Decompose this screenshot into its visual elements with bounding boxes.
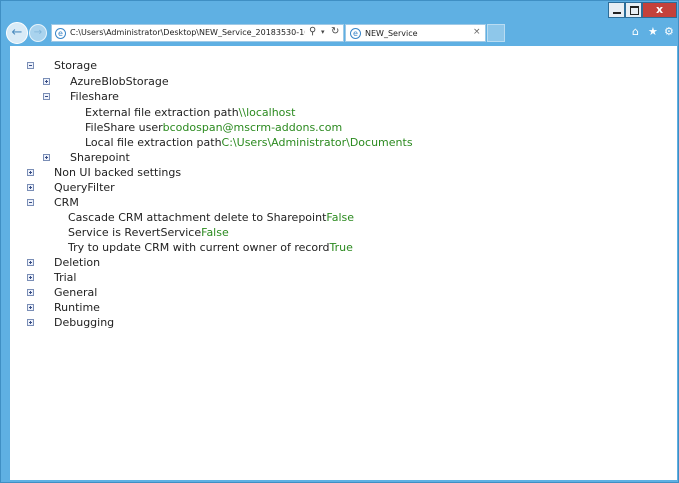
address-text[interactable]: C:\Users\Administrator\Desktop\NEW_Servi… xyxy=(70,28,305,37)
forward-arrow-icon[interactable]: → xyxy=(29,24,47,42)
expand-toggle-icon[interactable] xyxy=(43,78,50,85)
title-bar: x xyxy=(1,1,678,19)
setting-label: Local file extraction path xyxy=(85,136,222,149)
search-icon[interactable]: ⚲ xyxy=(309,26,316,37)
setting-value: True xyxy=(329,241,353,254)
setting-value: C:\Users\Administrator\Documents xyxy=(221,136,413,149)
expand-toggle-icon[interactable] xyxy=(27,274,34,281)
tree-node-sharepoint: Sharepoint xyxy=(70,151,130,164)
new-tab-button[interactable] xyxy=(487,24,505,42)
browser-window: x ← → e C:\Users\Administrator\Desktop\N… xyxy=(0,0,679,483)
setting-local-path: Local file extraction pathC:\Users\Admin… xyxy=(85,136,413,149)
setting-value: False xyxy=(201,226,229,239)
expand-toggle-icon[interactable] xyxy=(27,259,34,266)
tree-node-queryfilter: QueryFilter xyxy=(54,181,115,194)
chevron-down-icon[interactable]: ▾ xyxy=(321,28,325,36)
tree-node-debugging: Debugging xyxy=(54,316,115,329)
setting-label: FileShare user xyxy=(85,121,163,134)
tab-new-service[interactable]: e NEW_Service × xyxy=(345,24,486,42)
expand-toggle-icon[interactable] xyxy=(27,169,34,176)
tab-label: NEW_Service xyxy=(365,29,418,38)
tree-node-crm: CRM xyxy=(54,196,79,209)
ie-icon: e xyxy=(350,28,361,39)
tree-node-runtime: Runtime xyxy=(54,301,100,314)
tree-node-general: General xyxy=(54,286,98,299)
setting-cascade-delete: Cascade CRM attachment delete to Sharepo… xyxy=(68,211,354,224)
setting-update-owner: Try to update CRM with current owner of … xyxy=(68,241,353,254)
refresh-icon[interactable]: ↻ xyxy=(331,26,339,37)
tree-node-storage: Storage xyxy=(54,59,98,72)
tree-node-trial: Trial xyxy=(54,271,77,284)
setting-fileshare-user: FileShare userbcodospan@mscrm-addons.com xyxy=(85,121,342,134)
setting-revert-service: Service is RevertServiceFalse xyxy=(68,226,229,239)
collapse-toggle-icon[interactable] xyxy=(27,62,34,69)
expand-toggle-icon[interactable] xyxy=(27,184,34,191)
collapse-toggle-icon[interactable] xyxy=(27,199,34,206)
back-arrow-icon[interactable]: ← xyxy=(6,22,28,44)
tree-node-fileshare: Fileshare xyxy=(70,90,119,103)
gear-icon[interactable]: ⚙ xyxy=(664,25,674,38)
page-content: Storage AzureBlobStorage Fileshare Exter… xyxy=(10,46,677,480)
setting-label: Cascade CRM attachment delete to Sharepo… xyxy=(68,211,327,224)
expand-toggle-icon[interactable] xyxy=(43,154,50,161)
setting-label: External file extraction path xyxy=(85,106,239,119)
tree-node-azureblobstorage: AzureBlobStorage xyxy=(70,75,169,88)
tree-node-non-ui: Non UI backed settings xyxy=(54,166,182,179)
close-window-button[interactable]: x xyxy=(642,2,677,18)
setting-value: \\localhost xyxy=(238,106,296,119)
setting-external-path: External file extraction path\\localhost xyxy=(85,106,295,119)
setting-value: False xyxy=(326,211,355,224)
setting-label: Try to update CRM with current owner of … xyxy=(68,241,330,254)
expand-toggle-icon[interactable] xyxy=(27,289,34,296)
tree-node-deletion: Deletion xyxy=(54,256,101,269)
address-bar[interactable]: e C:\Users\Administrator\Desktop\NEW_Ser… xyxy=(51,24,344,42)
expand-toggle-icon[interactable] xyxy=(27,319,34,326)
expand-toggle-icon[interactable] xyxy=(27,304,34,311)
collapse-toggle-icon[interactable] xyxy=(43,93,50,100)
star-icon[interactable]: ★ xyxy=(648,25,658,38)
minimize-button[interactable] xyxy=(608,2,625,18)
ie-icon: e xyxy=(55,28,66,39)
home-icon[interactable]: ⌂ xyxy=(632,25,639,38)
setting-value: bcodospan@mscrm-addons.com xyxy=(162,121,343,134)
setting-label: Service is RevertService xyxy=(68,226,202,239)
maximize-button[interactable] xyxy=(625,2,642,18)
close-icon[interactable]: × xyxy=(473,27,481,37)
